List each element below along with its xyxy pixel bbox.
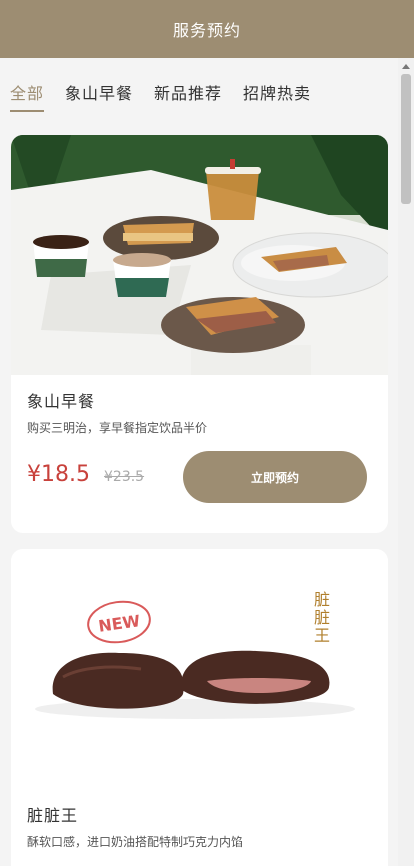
product-description: 酥软口感，进口奶油搭配特制巧克力内馅: [27, 835, 244, 849]
product-description: 购买三明治，享早餐指定饮品半价: [27, 421, 208, 435]
product-image-zangzangwang: NEW 脏 脏 王: [11, 549, 388, 771]
product-name: 象山早餐: [27, 392, 96, 411]
tab-xiangshan-breakfast[interactable]: 象山早餐: [65, 80, 133, 112]
product-image-breakfast: [11, 135, 388, 375]
product-name: 脏脏王: [27, 806, 79, 825]
page-title: 服务预约: [172, 21, 241, 40]
image-caption-char-3: 王: [314, 626, 330, 645]
app-header: 服务预约: [0, 0, 414, 58]
vertical-scrollbar[interactable]: [398, 58, 414, 866]
tab-new-products[interactable]: 新品推荐: [154, 80, 222, 112]
tab-all[interactable]: 全部: [10, 80, 45, 112]
original-price: ¥23.5: [104, 469, 145, 485]
scrollbar-thumb[interactable]: [401, 74, 411, 204]
content-scroll-area[interactable]: 全部 象山早餐 新品推荐 招牌热卖 象山早餐 购买三明治，享早餐指定饮品半价 ¥…: [0, 58, 398, 866]
tab-signature-bestsellers[interactable]: 招牌热卖: [243, 80, 311, 112]
scroll-up-arrow-icon[interactable]: [402, 64, 410, 69]
image-caption-char-1: 脏: [314, 590, 330, 609]
product-price: ¥18.5: [27, 462, 90, 487]
product-card[interactable]: 象山早餐 购买三明治，享早餐指定饮品半价 ¥18.5 ¥23.5 立即预约: [11, 135, 388, 533]
product-card[interactable]: NEW 脏 脏 王 脏脏王 酥软口感，进口奶油搭配特制巧克力内馅: [11, 549, 388, 866]
image-caption-char-2: 脏: [314, 608, 330, 627]
category-tabs: 全部 象山早餐 新品推荐 招牌热卖: [0, 58, 398, 134]
book-now-button[interactable]: 立即预约: [183, 451, 367, 503]
